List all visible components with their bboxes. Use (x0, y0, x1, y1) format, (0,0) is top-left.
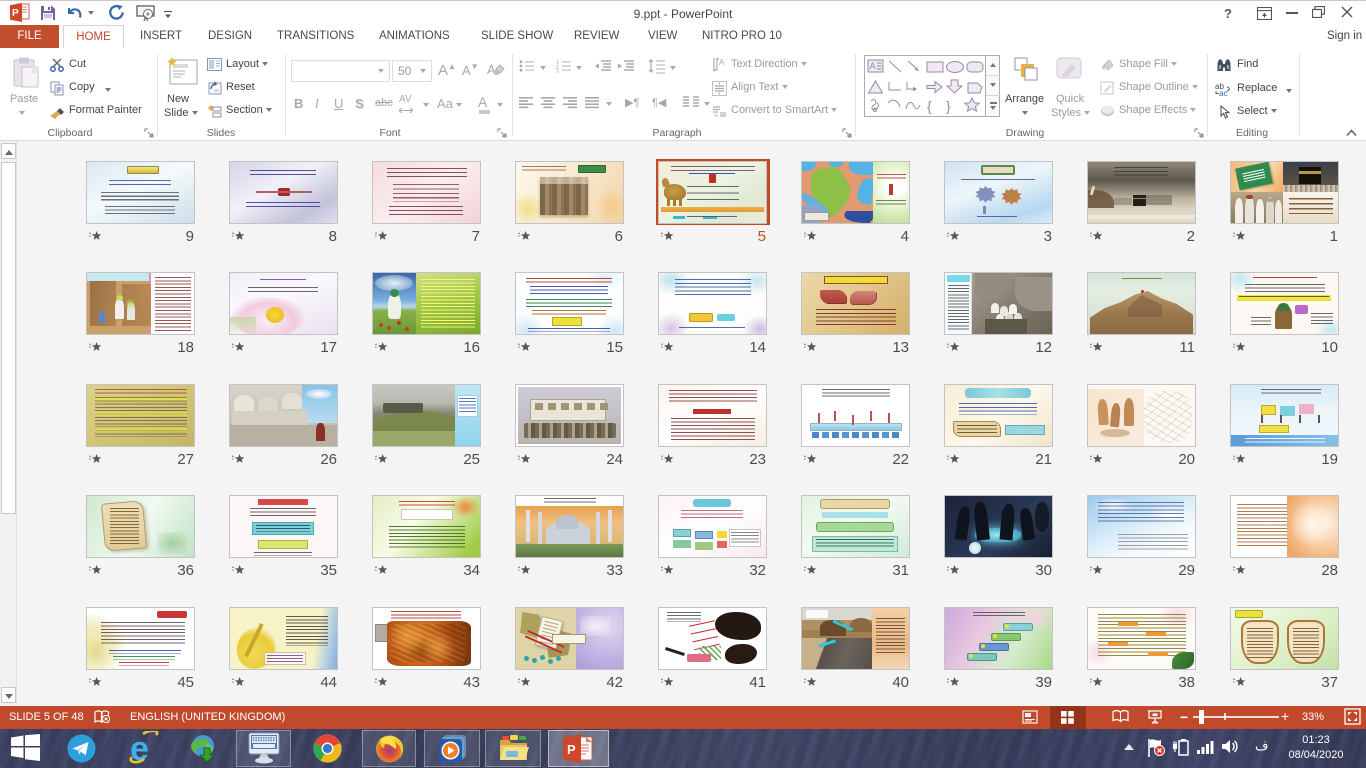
svg-text:A: A (719, 58, 725, 67)
svg-text:}: } (946, 98, 951, 114)
svg-text:e: e (130, 731, 149, 765)
svg-text:A: A (487, 62, 496, 77)
svg-text:ac: ac (1219, 89, 1227, 96)
svg-text:3: 3 (556, 70, 559, 74)
svg-text:{: { (927, 98, 932, 114)
svg-text:P: P (567, 742, 576, 757)
svg-text:A: A (870, 61, 876, 71)
